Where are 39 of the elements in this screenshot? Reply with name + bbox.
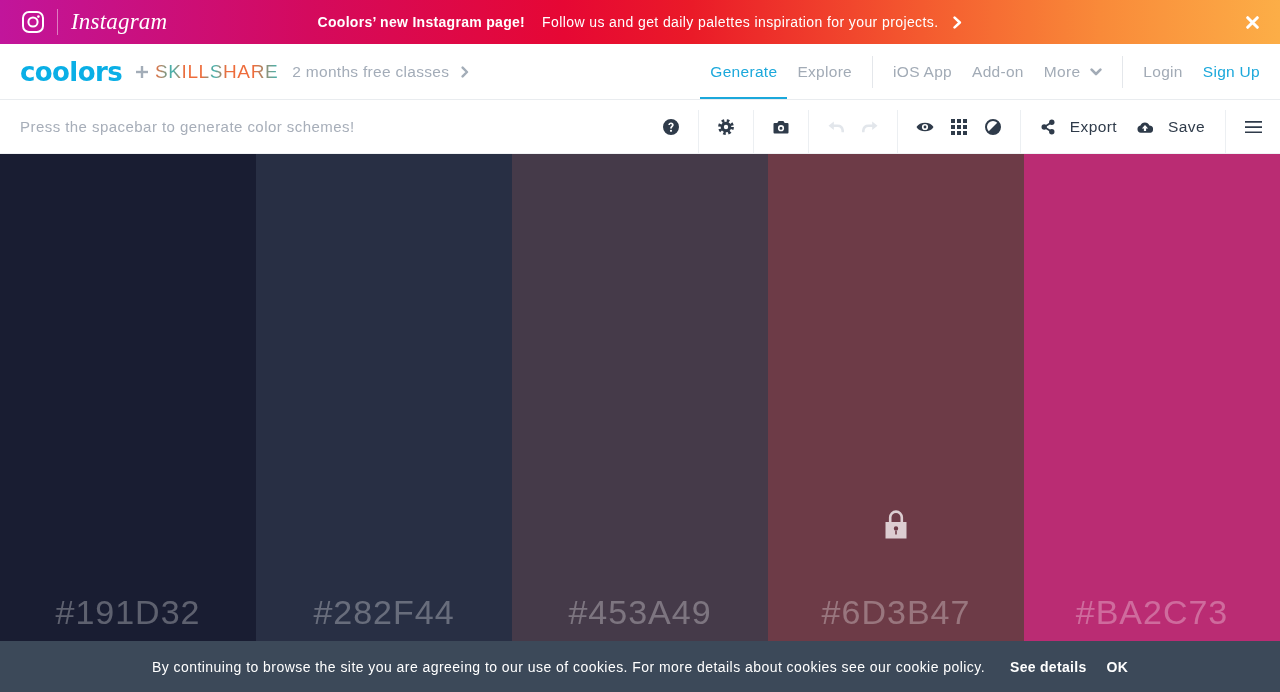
menu-icon <box>1244 119 1262 134</box>
hint-text: Press the spacebar to generate color schemes! <box>19 118 355 135</box>
lock-icon[interactable] <box>885 510 907 539</box>
nav-link[interactable]: Add-on <box>962 44 1034 99</box>
banner-brand: Instagram <box>71 8 168 36</box>
chevron-right-icon <box>461 65 470 78</box>
ok-button[interactable]: OK <box>1106 658 1129 675</box>
free-classes-link[interactable]: 2 months free classes <box>292 62 470 81</box>
nav-link[interactable]: Login <box>1133 44 1193 99</box>
nav-link[interactable]: Sign Up <box>1192 44 1270 99</box>
undo-icon <box>827 120 844 133</box>
help-icon <box>662 118 679 135</box>
color-swatch[interactable]: #191D32 <box>0 154 256 641</box>
chevron-right-icon <box>953 15 963 29</box>
gear-icon <box>717 118 734 135</box>
see-details-link[interactable]: See details <box>1010 658 1087 675</box>
cloud-upload-icon <box>1137 120 1154 133</box>
banner-message: Follow us and get daily palettes inspiration for your projects. <box>542 14 939 30</box>
banner-headline: Coolors’ new Instagram page! <box>317 14 526 30</box>
redo-icon <box>861 120 878 133</box>
plus-icon <box>136 65 148 78</box>
color-swatch[interactable]: #282F44 <box>256 154 512 641</box>
nav-link[interactable]: More <box>1033 44 1113 99</box>
coolors-logo[interactable]: coolors <box>20 56 122 87</box>
close-icon <box>1245 15 1259 29</box>
nav-link[interactable]: iOS App <box>883 44 962 99</box>
cookie-message: By continuing to browse the site you are agreeing to our use of cookies. For more details about cookies see our cookie policy. <box>151 658 985 675</box>
contrast-icon <box>984 118 1001 135</box>
eye-icon <box>915 120 934 133</box>
chevron-down-icon <box>1090 67 1103 76</box>
camera-outline-icon[interactable] <box>22 11 44 33</box>
grid-icon <box>950 118 967 135</box>
share-icon <box>1040 118 1055 135</box>
hex-code[interactable]: #282F44 <box>313 592 455 632</box>
hex-code[interactable]: #191D32 <box>55 592 201 632</box>
export-button[interactable]: Export <box>1030 100 1128 153</box>
save-button[interactable]: Save <box>1127 100 1215 153</box>
nav-link[interactable]: Explore <box>787 44 863 99</box>
camera-icon <box>772 119 789 134</box>
